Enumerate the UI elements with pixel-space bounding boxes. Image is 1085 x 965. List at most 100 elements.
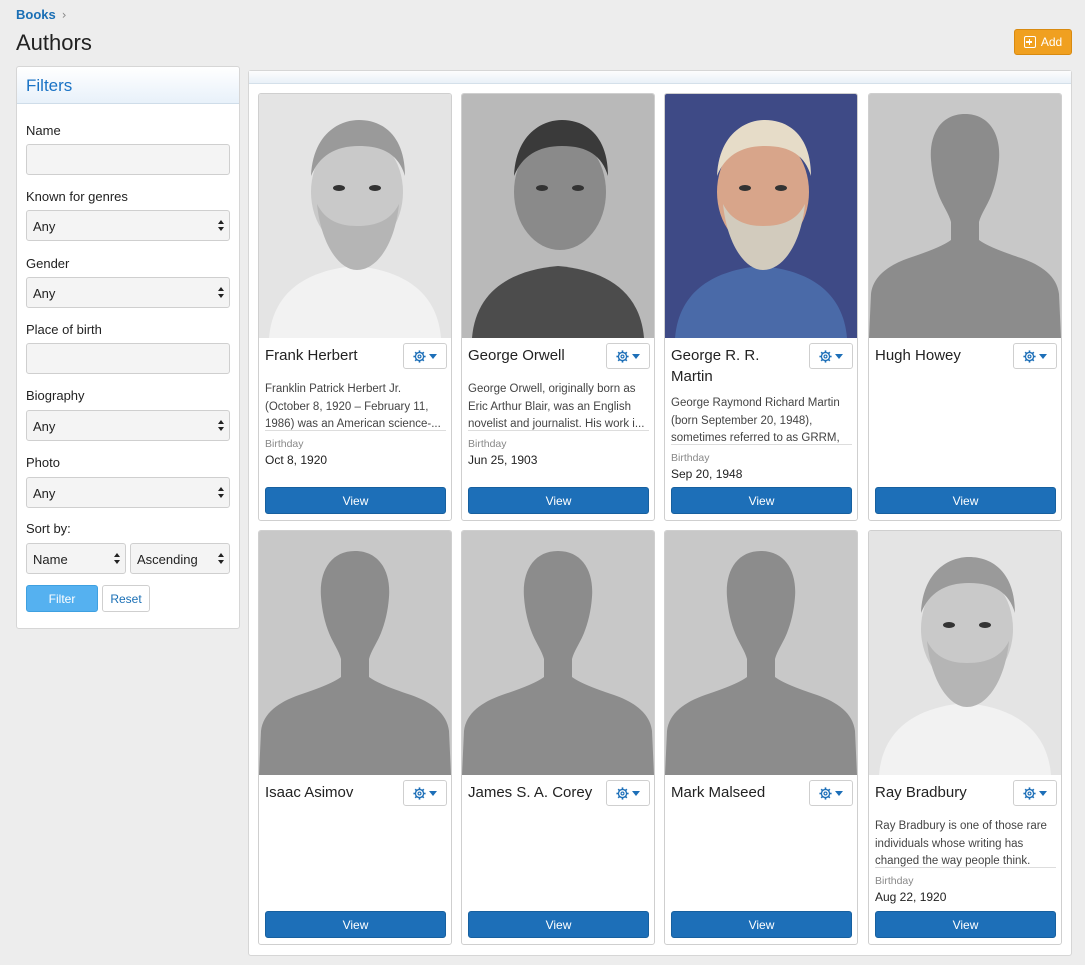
author-photo [665,94,857,338]
author-name: George Orwell [468,347,565,364]
sort-field-select[interactable]: Name [26,543,126,574]
author-bio: Ray Bradbury is one of those rare indivi… [875,820,1047,867]
caret-down-icon [429,790,437,796]
author-card: George Orwell George Orwell, originally b… [461,93,655,521]
breadcrumb: Books › [16,7,67,22]
biography-filter-select[interactable]: Any [26,410,230,441]
panel-header-strip [249,71,1071,84]
caret-down-icon [1039,353,1047,359]
authors-panel: Frank Herbert Franklin Patrick Herbert Jr… [248,70,1072,956]
birthday-label: Birthday [265,438,304,450]
author-photo-container[interactable] [259,94,451,338]
genres-filter-select[interactable]: Any [26,210,230,241]
breadcrumb-separator-icon: › [61,7,67,22]
sort-order-value: Ascending [137,552,198,567]
author-actions-button[interactable] [606,343,650,369]
view-author-button[interactable]: View [468,911,649,938]
reset-button[interactable]: Reset [102,585,150,612]
caret-down-icon [835,790,843,796]
gear-icon [1023,786,1036,800]
author-actions-button[interactable] [403,780,447,806]
author-bio: Franklin Patrick Herbert Jr. (October 8,… [265,383,441,430]
filters-header: Filters [17,67,239,104]
photo-filter-value: Any [33,486,56,501]
biography-filter-label: Biography [26,388,85,403]
view-author-button[interactable]: View [875,911,1056,938]
author-name: Isaac Asimov [265,784,354,801]
filter-button[interactable]: Filter [26,585,98,612]
author-photo-container[interactable] [665,531,857,775]
view-author-button[interactable]: View [265,487,446,514]
select-arrows-icon [114,553,120,565]
select-arrows-icon [218,487,224,499]
view-author-button[interactable]: View [671,487,852,514]
sort-by-label: Sort by: [26,521,71,536]
photo-filter-select[interactable]: Any [26,477,230,508]
author-photo-container[interactable] [462,94,654,338]
select-arrows-icon [218,287,224,299]
gender-filter-label: Gender [26,256,70,271]
author-photo [869,531,1061,775]
author-name: Hugh Howey [875,347,961,364]
author-actions-button[interactable] [1013,780,1057,806]
view-author-button[interactable]: View [265,911,446,938]
divider [468,430,649,431]
place-filter-label: Place of birth [26,322,102,337]
author-photo [259,94,451,338]
author-photo-container[interactable] [259,531,451,775]
filters-panel: Filters Name Known for genres Any Gender… [16,66,240,629]
gender-filter-select[interactable]: Any [26,277,230,308]
author-actions-button[interactable] [606,780,650,806]
author-photo-container[interactable] [462,531,654,775]
view-author-button[interactable]: View [875,487,1056,514]
caret-down-icon [632,790,640,796]
select-arrows-icon [218,553,224,565]
sort-order-select[interactable]: Ascending [130,543,230,574]
add-button-label: Add [1040,35,1063,49]
author-name: Frank Herbert [265,347,358,364]
birthday-label: Birthday [671,452,710,464]
birthday-value: Jun 25, 1903 [468,453,538,467]
birthday-value: Aug 22, 1920 [875,890,947,904]
divider [265,430,446,431]
name-filter-input[interactable] [26,144,230,175]
view-author-button[interactable]: View [468,487,649,514]
plus-square-icon [1023,36,1036,48]
name-filter-label: Name [26,123,61,138]
caret-down-icon [1039,790,1047,796]
author-actions-button[interactable] [809,780,853,806]
gear-icon [819,786,832,800]
divider [671,444,852,445]
author-photo-container[interactable] [869,94,1061,338]
caret-down-icon [632,353,640,359]
gender-filter-value: Any [33,286,56,301]
placeholder-photo [869,94,1061,338]
placeholder-photo [259,531,451,775]
author-name: James S. A. Corey [468,784,593,801]
breadcrumb-books-link[interactable]: Books [16,7,56,22]
author-actions-button[interactable] [1013,343,1057,369]
placeholder-photo [462,531,654,775]
add-author-button[interactable]: Add [1014,29,1072,55]
gear-icon [616,786,629,800]
author-card: Isaac Asimov View [258,530,452,945]
author-actions-button[interactable] [809,343,853,369]
select-arrows-icon [218,220,224,232]
author-card: Hugh Howey View [868,93,1062,521]
genres-filter-label: Known for genres [26,189,128,204]
birthday-value: Oct 8, 1920 [265,453,328,467]
filters-title: Filters [26,76,73,95]
author-name: George R. R. Martin [671,347,760,385]
author-actions-button[interactable] [403,343,447,369]
author-name: Ray Bradbury [875,784,967,801]
author-photo-container[interactable] [869,531,1061,775]
author-photo-container[interactable] [665,94,857,338]
caret-down-icon [835,353,843,359]
gear-icon [1023,349,1036,363]
view-author-button[interactable]: View [671,911,852,938]
caret-down-icon [429,353,437,359]
author-card: Mark Malseed View [664,530,858,945]
divider [875,867,1056,868]
author-bio: George Orwell, originally born as Eric A… [468,383,645,430]
place-filter-input[interactable] [26,343,230,374]
